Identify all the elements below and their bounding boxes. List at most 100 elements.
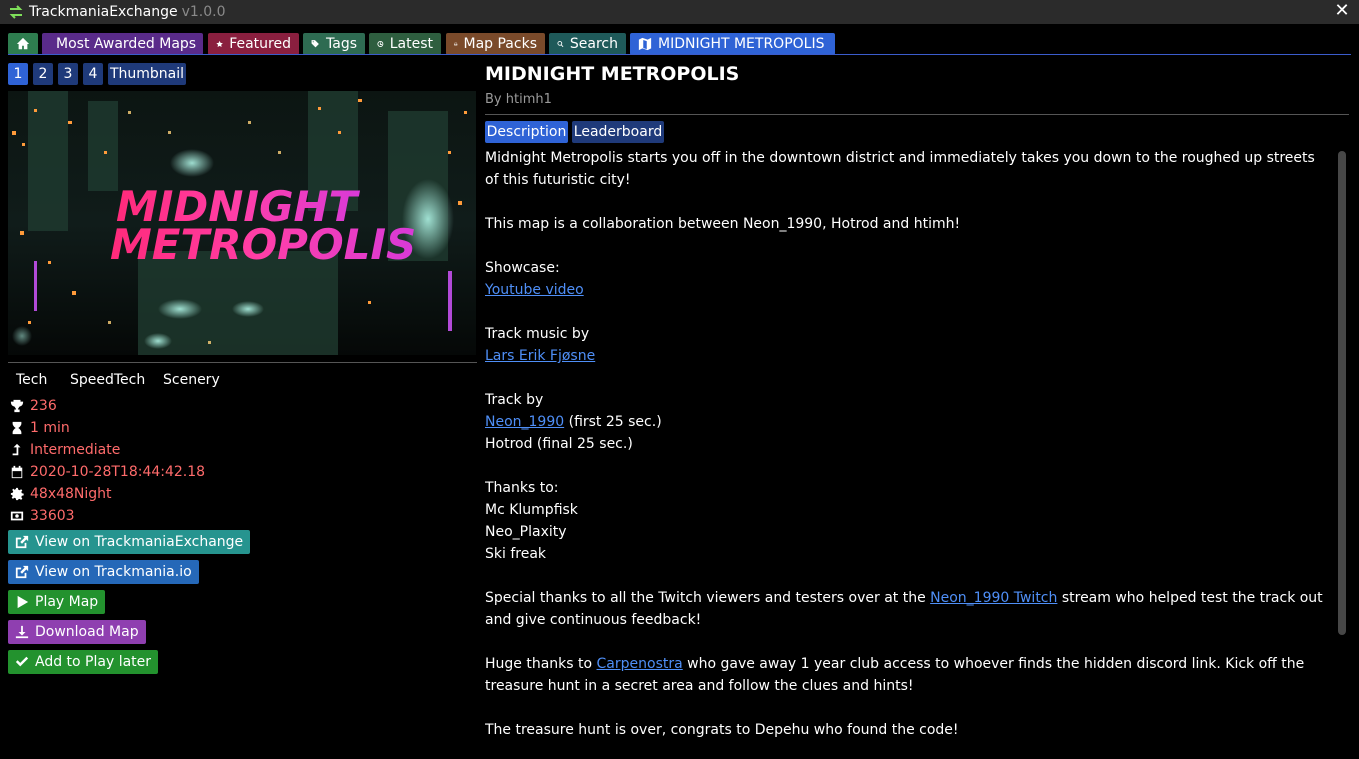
level-up-icon: [12, 443, 21, 456]
window-title: TrackmaniaExchange v1.0.0: [29, 4, 226, 20]
thumbnail-title-line2: METROPOLIS: [110, 220, 416, 269]
view-on-tmio-button[interactable]: View on Trackmania.io: [8, 560, 199, 584]
search-icon: [557, 40, 564, 48]
map-author: By htimh1: [485, 92, 552, 107]
tags-icon: [311, 40, 319, 48]
showcase-label: Showcase:: [485, 260, 560, 276]
huge-thanks-paragraph: Huge thanks to Carpenostra who gave away…: [485, 653, 1325, 697]
button-label: View on TrackmaniaExchange: [35, 534, 244, 550]
thanks-item: Mc Klumpfisk: [485, 502, 578, 518]
description-paragraph: This map is a collaboration between Neon…: [485, 216, 961, 232]
tab-description[interactable]: Description: [485, 121, 568, 143]
thanks-label: Thanks to:: [485, 480, 559, 496]
uploaded-value: 2020-10-28T18:44:42.18: [30, 464, 206, 480]
image-tab-4[interactable]: 4: [83, 63, 103, 85]
environment-value: 48x48Night: [30, 486, 112, 502]
title-bar: TrackmaniaExchange v1.0.0 ✕: [0, 0, 1359, 24]
download-icon: [15, 625, 29, 639]
external-link-icon: [15, 565, 29, 579]
difficulty-stat: Intermediate: [10, 440, 120, 460]
divider: [8, 362, 477, 363]
map-tag: SpeedTech: [70, 372, 146, 388]
uploaded-stat: 2020-10-28T18:44:42.18: [10, 462, 205, 482]
tab-tags[interactable]: Tags: [303, 33, 365, 55]
difficulty-value: Intermediate: [30, 442, 121, 458]
description-paragraph: The treasure hunt is over, congrats to D…: [485, 722, 959, 738]
image-tab-3[interactable]: 3: [58, 63, 78, 85]
download-map-button[interactable]: Download Map: [8, 620, 146, 644]
tab-most-awarded-maps[interactable]: Most Awarded Maps: [42, 33, 203, 55]
play-map-button[interactable]: Play Map: [8, 590, 106, 614]
thumbnail-image: MIDNIGHT METROPOLIS: [8, 91, 476, 355]
add-to-play-later-button[interactable]: Add to Play later: [8, 650, 159, 674]
trophy-icon: [10, 399, 24, 413]
image-tab-label: 4: [88, 66, 98, 82]
inbox-icon: [454, 42, 458, 46]
track-by-line: Hotrod (final 25 sec.): [485, 436, 633, 452]
image-tab-2[interactable]: 2: [33, 63, 53, 85]
tab-label: Search: [569, 36, 618, 52]
tab-featured[interactable]: Featured: [208, 33, 299, 55]
music-artist-link[interactable]: Lars Erik Fjøsne: [485, 348, 595, 364]
button-label: View on Trackmania.io: [35, 564, 192, 580]
image-tab-label: 2: [38, 66, 48, 82]
awards-stat: 236: [10, 396, 57, 416]
button-label: Play Map: [35, 594, 99, 610]
hourglass-icon: [12, 421, 22, 435]
image-tab-1[interactable]: 1: [8, 63, 28, 85]
map-description: Midnight Metropolis starts you off in th…: [485, 147, 1325, 759]
track-id-stat: 33603: [10, 506, 75, 526]
tab-label: Latest: [389, 36, 433, 52]
track-id-value: 33603: [30, 508, 75, 524]
close-icon[interactable]: ✕: [1333, 2, 1351, 20]
track-link-suffix: (first 25 sec.): [564, 414, 662, 430]
tab-bar-divider: [8, 54, 1351, 55]
description-paragraph: Midnight Metropolis starts you off in th…: [485, 150, 1315, 188]
map-thumbnail: MIDNIGHT METROPOLIS: [8, 91, 476, 355]
clock-icon: [377, 41, 384, 47]
thanks-item: Neo_Plaxity: [485, 524, 567, 540]
tab-search[interactable]: Search: [549, 33, 626, 55]
image-tab-label: 3: [63, 66, 73, 82]
text-span: Huge thanks to: [485, 656, 597, 672]
tab-label: Featured: [229, 36, 291, 52]
tab-label: Description: [486, 124, 567, 140]
youtube-video-link[interactable]: Youtube video: [485, 282, 584, 298]
tab-label: Most Awarded Maps: [56, 36, 197, 52]
main-tab-bar: Most Awarded Maps Featured Tags Latest M…: [0, 24, 1359, 56]
star-icon: [216, 40, 223, 47]
map-icon: [638, 37, 652, 51]
special-thanks-paragraph: Special thanks to all the Twitch viewers…: [485, 587, 1325, 631]
map-title: MIDNIGHT METROPOLIS: [485, 63, 740, 85]
map-tag: Tech: [16, 372, 48, 388]
tab-label: MIDNIGHT METROPOLIS: [658, 36, 825, 52]
thanks-item: Ski freak: [485, 546, 547, 562]
text-span: Special thanks to all the Twitch viewers…: [485, 590, 931, 606]
tab-leaderboard[interactable]: Leaderboard: [572, 121, 664, 143]
image-tab-thumbnail[interactable]: Thumbnail: [108, 63, 186, 85]
map-tag: Scenery: [163, 372, 220, 388]
view-on-tmx-button[interactable]: View on TrackmaniaExchange: [8, 530, 251, 554]
exchange-arrows-icon: [9, 5, 23, 19]
neon-1990-twitch-link[interactable]: Neon_1990 Twitch: [930, 590, 1057, 606]
awards-value: 236: [30, 398, 57, 414]
tab-latest[interactable]: Latest: [369, 33, 441, 55]
tab-map-packs[interactable]: Map Packs: [446, 33, 545, 55]
calendar-icon: [11, 465, 23, 479]
track-by-label: Track by: [485, 392, 544, 408]
image-tab-label: Thumbnail: [109, 66, 185, 82]
music-label: Track music by: [485, 326, 590, 342]
play-icon: [17, 595, 29, 609]
environment-stat: 48x48Night: [10, 484, 112, 504]
tab-midnight-metropolis[interactable]: MIDNIGHT METROPOLIS: [630, 33, 835, 55]
neon-1990-link[interactable]: Neon_1990: [485, 414, 564, 430]
description-scrollbar[interactable]: [1338, 151, 1346, 635]
external-link-icon: [15, 535, 29, 549]
button-label: Add to Play later: [35, 654, 152, 670]
length-value: 1 min: [30, 420, 70, 436]
carpenostra-link[interactable]: Carpenostra: [597, 656, 683, 672]
length-stat: 1 min: [10, 418, 70, 438]
tab-home[interactable]: [8, 33, 38, 55]
button-label: Download Map: [35, 624, 139, 640]
gear-icon: [10, 487, 24, 501]
